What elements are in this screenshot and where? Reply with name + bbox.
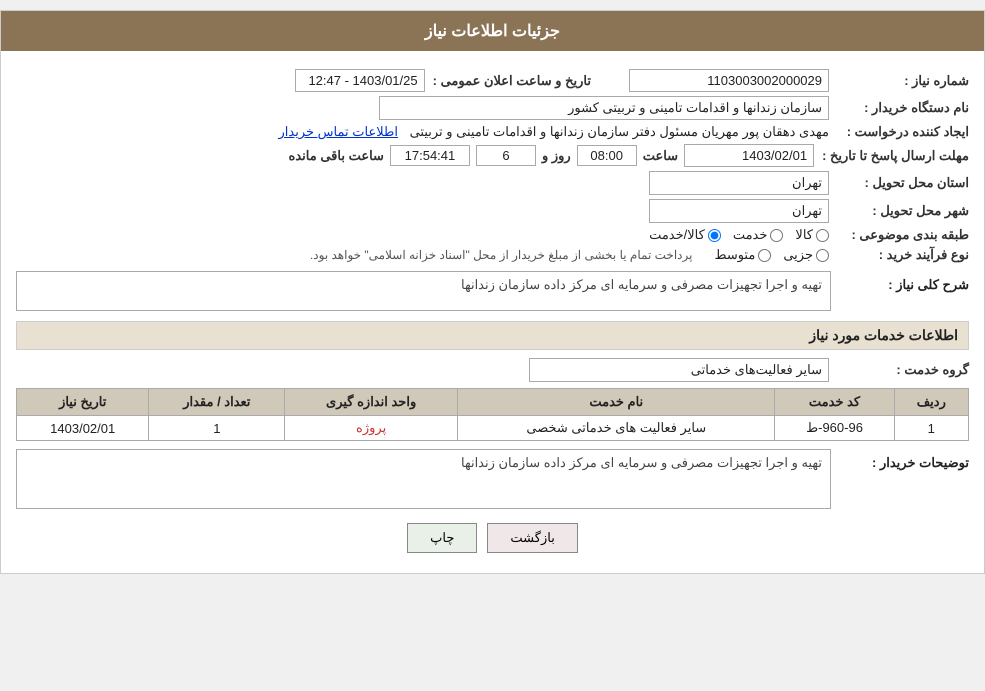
creator-text: مهدی دهقان پور مهریان مسئول دفتر سازمان … <box>410 124 829 139</box>
type-motavasset[interactable]: متوسط <box>714 247 771 263</box>
col-unit: واحد اندازه گیری <box>285 389 458 416</box>
province-value: تهران <box>16 171 829 195</box>
footer-buttons: بازگشت چاپ <box>16 523 969 553</box>
col-row-num: ردیف <box>894 389 968 416</box>
creator-label: ایجاد کننده درخواست : <box>829 124 969 140</box>
table-cell-row_num: 1 <box>894 416 968 441</box>
buyer-org-input: سازمان زندانها و اقدامات تامینی و تربیتی… <box>379 96 829 120</box>
need-number-row: شماره نیاز : 1103003002000029 تاریخ و سا… <box>16 69 969 92</box>
table-cell-code: 960-96-ط <box>775 416 894 441</box>
city-value: تهران <box>16 199 829 223</box>
city-row: شهر محل تحویل : تهران <box>16 199 969 223</box>
deadline-date-input: 1403/02/01 <box>684 144 814 167</box>
service-group-value: سایر فعالیت‌های خدماتی <box>16 358 829 382</box>
province-input: تهران <box>649 171 829 195</box>
need-number-value: 1103003002000029 تاریخ و ساعت اعلان عموم… <box>16 69 829 92</box>
deadline-time-input: 08:00 <box>577 145 637 166</box>
table-cell-unit: پروژه <box>285 416 458 441</box>
purchase-type-notice: پرداخت تمام یا بخشی از مبلغ خریدار از مح… <box>310 248 693 262</box>
creator-row: ایجاد کننده درخواست : مهدی دهقان پور مهر… <box>16 124 969 140</box>
buyer-org-row: نام دستگاه خریدار : سازمان زندانها و اقد… <box>16 96 969 120</box>
service-group-row: گروه خدمت : سایر فعالیت‌های خدماتی <box>16 358 969 382</box>
deadline-row: مهلت ارسال پاسخ تا تاریخ : 1403/02/01 سا… <box>16 144 969 167</box>
deadline-label: مهلت ارسال پاسخ تا تاریخ : <box>814 148 969 164</box>
services-table: ردیف کد خدمت نام خدمت واحد اندازه گیری ت… <box>16 388 969 441</box>
table-row: 1960-96-طسایر فعالیت های خدماتی شخصیپروژ… <box>17 416 969 441</box>
service-group-input: سایر فعالیت‌های خدماتی <box>529 358 829 382</box>
purchase-type-row: نوع فرآیند خرید : جزیی متوسط پرداخت تمام… <box>16 247 969 263</box>
category-khedmat-label: خدمت <box>733 227 768 243</box>
general-desc-container: شرح کلی نیاز : تهیه و اجرا تجهیزات مصرفی… <box>16 271 969 311</box>
deadline-value: 1403/02/01 ساعت 08:00 روز و 6 17:54:41 س… <box>16 144 814 167</box>
table-body: 1960-96-طسایر فعالیت های خدماتی شخصیپروژ… <box>17 416 969 441</box>
col-name: نام خدمت <box>458 389 775 416</box>
need-number-label: شماره نیاز : <box>829 73 969 89</box>
purchase-type-options: جزیی متوسط پرداخت تمام یا بخشی از مبلغ خ… <box>16 247 829 263</box>
deadline-days-input: 6 <box>476 145 536 166</box>
announcement-label: تاریخ و ساعت اعلان عمومی : <box>433 73 591 89</box>
category-khedmat[interactable]: خدمت <box>733 227 784 243</box>
deadline-days-label: روز و <box>542 148 571 164</box>
buyer-desc-container: توضیحات خریدار : تهیه و اجرا تجهیزات مصر… <box>16 449 969 509</box>
table-header: ردیف کد خدمت نام خدمت واحد اندازه گیری ت… <box>17 389 969 416</box>
table-cell-name: سایر فعالیت های خدماتی شخصی <box>458 416 775 441</box>
category-kala-khedmat-label: کالا/خدمت <box>649 227 705 243</box>
table-cell-date: 1403/02/01 <box>17 416 149 441</box>
page-title: جزئیات اطلاعات نیاز <box>425 23 560 40</box>
services-section-title: اطلاعات خدمات مورد نیاز <box>16 321 969 350</box>
category-kala-khedmat-radio[interactable] <box>708 229 721 242</box>
category-label: طبقه بندی موضوعی : <box>829 227 969 243</box>
category-kala-label: کالا <box>795 227 813 243</box>
type-jozei-radio[interactable] <box>816 249 829 262</box>
buyer-desc-label: توضیحات خریدار : <box>839 449 969 471</box>
announcement-datetime-input: 1403/01/25 - 12:47 <box>295 69 425 92</box>
need-number-input: 1103003002000029 <box>629 69 829 92</box>
buyer-org-label: نام دستگاه خریدار : <box>829 100 969 116</box>
type-jozei-label: جزیی <box>783 247 813 263</box>
category-kala-radio[interactable] <box>816 229 829 242</box>
page-header: جزئیات اطلاعات نیاز <box>1 11 984 51</box>
deadline-remaining-label: ساعت باقی مانده <box>289 148 384 164</box>
city-input: تهران <box>649 199 829 223</box>
province-label: استان محل تحویل : <box>829 175 969 191</box>
col-date: تاریخ نیاز <box>17 389 149 416</box>
category-kala-khedmat[interactable]: کالا/خدمت <box>649 227 721 243</box>
general-desc-label: شرح کلی نیاز : <box>839 271 969 293</box>
buyer-desc-value: تهیه و اجرا تجهیزات مصرفی و سرمایه ای مر… <box>16 449 831 509</box>
col-code: کد خدمت <box>775 389 894 416</box>
type-motavasset-label: متوسط <box>714 247 755 263</box>
col-quantity: تعداد / مقدار <box>149 389 285 416</box>
content-area: شماره نیاز : 1103003002000029 تاریخ و سا… <box>1 51 984 573</box>
creator-link[interactable]: اطلاعات تماس خریدار <box>279 124 398 139</box>
table-cell-quantity: 1 <box>149 416 285 441</box>
city-label: شهر محل تحویل : <box>829 203 969 219</box>
back-button[interactable]: بازگشت <box>487 523 577 553</box>
deadline-remaining-input: 17:54:41 <box>390 145 470 166</box>
deadline-time-label: ساعت <box>643 148 678 164</box>
page-wrapper: جزئیات اطلاعات نیاز شماره نیاز : 1103003… <box>0 10 985 574</box>
buyer-org-value: سازمان زندانها و اقدامات تامینی و تربیتی… <box>16 96 829 120</box>
buyer-desc-text: تهیه و اجرا تجهیزات مصرفی و سرمایه ای مر… <box>461 455 822 470</box>
creator-value: مهدی دهقان پور مهریان مسئول دفتر سازمان … <box>16 124 829 140</box>
type-jozei[interactable]: جزیی <box>783 247 829 263</box>
category-options: کالا خدمت کالا/خدمت <box>16 227 829 243</box>
purchase-type-label: نوع فرآیند خرید : <box>829 247 969 263</box>
province-row: استان محل تحویل : تهران <box>16 171 969 195</box>
category-kala[interactable]: کالا <box>795 227 829 243</box>
service-group-label: گروه خدمت : <box>829 362 969 378</box>
print-button[interactable]: چاپ <box>407 523 477 553</box>
type-motavasset-radio[interactable] <box>758 249 771 262</box>
category-row: طبقه بندی موضوعی : کالا خدمت کالا/خدمت <box>16 227 969 243</box>
table-header-row: ردیف کد خدمت نام خدمت واحد اندازه گیری ت… <box>17 389 969 416</box>
general-desc-value: تهیه و اجرا تجهیزات مصرفی و سرمایه ای مر… <box>16 271 831 311</box>
category-khedmat-radio[interactable] <box>770 229 783 242</box>
